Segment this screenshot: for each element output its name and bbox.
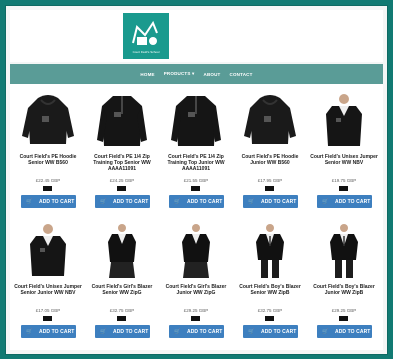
product-card: Court Field's Girl's Blazer Senior WW Zi…: [86, 218, 158, 348]
product-image[interactable]: [96, 222, 148, 278]
add-to-cart-label: ADD TO CART: [261, 198, 297, 205]
add-to-cart-label: ADD TO CART: [187, 328, 223, 335]
product-name[interactable]: Court Field's Unisex Jumper Senior Junio…: [12, 284, 84, 296]
color-swatch[interactable]: [117, 186, 126, 191]
product-name[interactable]: Court Field's PE 1/4 Zip Training Top Ju…: [160, 154, 232, 172]
product-card: Court Field's Unisex Jumper Senior Junio…: [12, 218, 84, 348]
color-swatch[interactable]: [265, 186, 274, 191]
product-price: £32.75 GBP: [109, 308, 135, 313]
add-to-cart-button[interactable]: 🛒 ADD TO CART: [21, 325, 76, 338]
product-price: £21.55 GBP: [183, 178, 209, 183]
product-name[interactable]: Court Field's Girl's Blazer Junior WW Zi…: [160, 284, 232, 296]
add-to-cart-button[interactable]: 🛒 ADD TO CART: [95, 325, 150, 338]
add-to-cart-button[interactable]: 🛒 ADD TO CART: [317, 195, 372, 208]
site-header: Court Field's School: [10, 10, 383, 62]
product-name[interactable]: Court Field's PE 1/4 Zip Training Top Se…: [86, 154, 158, 172]
product-price: £19.75 GBP: [331, 178, 357, 183]
nav-home[interactable]: HOME: [140, 72, 154, 77]
product-image[interactable]: [22, 222, 74, 278]
nav-contact[interactable]: CONTACT: [230, 72, 253, 77]
color-swatch[interactable]: [43, 316, 52, 321]
product-card: Court Field's PE 1/4 Zip Training Top Ju…: [160, 88, 232, 218]
main-nav: HOME PRODUCTS ▾ ABOUT CONTACT: [10, 64, 383, 84]
color-swatch[interactable]: [43, 186, 52, 191]
nav-products[interactable]: PRODUCTS ▾: [164, 71, 195, 77]
add-to-cart-label: ADD TO CART: [187, 198, 223, 205]
nav-about[interactable]: ABOUT: [204, 72, 221, 77]
cart-icon: 🛒: [174, 198, 181, 205]
product-price: £29.25 GBP: [183, 308, 209, 313]
product-card: Court Field's Boy's Blazer Junior WW Zip…: [308, 218, 380, 348]
product-image[interactable]: [244, 92, 296, 148]
color-swatch[interactable]: [339, 186, 348, 191]
product-price: £22.45 GBP: [35, 178, 61, 183]
product-card: Court Field's PE Hoodie Senior WW B560 £2…: [12, 88, 84, 218]
product-price: £17.05 GBP: [35, 308, 61, 313]
product-price: £29.25 GBP: [331, 308, 357, 313]
product-name[interactable]: Court Field's Boy's Blazer Senior WW Zip…: [234, 284, 306, 296]
cart-icon: 🛒: [26, 198, 33, 205]
product-card: Court Field's Boy's Blazer Senior WW Zip…: [234, 218, 306, 348]
add-to-cart-button[interactable]: 🛒 ADD TO CART: [317, 325, 372, 338]
product-image[interactable]: [96, 92, 148, 148]
cart-icon: 🛒: [322, 328, 329, 335]
school-logo[interactable]: Court Field's School: [123, 13, 169, 59]
product-price: £24.25 GBP: [109, 178, 135, 183]
product-name[interactable]: Court Field's PE Hoodie Junior WW B560: [234, 154, 306, 166]
add-to-cart-button[interactable]: 🛒 ADD TO CART: [243, 195, 298, 208]
cart-icon: 🛒: [100, 328, 107, 335]
logo-text: Court Field's School: [132, 50, 160, 54]
product-name[interactable]: Court Field's Boy's Blazer Junior WW Zip…: [308, 284, 380, 296]
cart-icon: 🛒: [174, 328, 181, 335]
cart-icon: 🛒: [322, 198, 329, 205]
add-to-cart-label: ADD TO CART: [261, 328, 297, 335]
add-to-cart-label: ADD TO CART: [113, 328, 149, 335]
add-to-cart-label: ADD TO CART: [335, 328, 371, 335]
product-image[interactable]: [170, 222, 222, 278]
product-card: Court Field's Unisex Jumper Senior WW NB…: [308, 88, 380, 218]
cart-icon: 🛒: [248, 328, 255, 335]
product-price: £17.95 GBP: [257, 178, 283, 183]
product-card: Court Field's PE Hoodie Junior WW B560 £1…: [234, 88, 306, 218]
cart-icon: 🛒: [248, 198, 255, 205]
add-to-cart-label: ADD TO CART: [113, 198, 149, 205]
color-swatch[interactable]: [117, 316, 126, 321]
add-to-cart-button[interactable]: 🛒 ADD TO CART: [243, 325, 298, 338]
product-name[interactable]: Court Field's PE Hoodie Senior WW B560: [12, 154, 84, 166]
add-to-cart-label: ADD TO CART: [39, 328, 75, 335]
cart-icon: 🛒: [26, 328, 33, 335]
product-image[interactable]: [318, 92, 370, 148]
product-grid: Court Field's PE Hoodie Senior WW B560 £2…: [10, 84, 383, 350]
product-card: Court Field's Girl's Blazer Junior WW Zi…: [160, 218, 232, 348]
add-to-cart-button[interactable]: 🛒 ADD TO CART: [21, 195, 76, 208]
product-price: £32.75 GBP: [257, 308, 283, 313]
product-image[interactable]: [22, 92, 74, 148]
add-to-cart-button[interactable]: 🛒 ADD TO CART: [169, 195, 224, 208]
product-image[interactable]: [318, 222, 370, 278]
product-name[interactable]: Court Field's Girl's Blazer Senior WW Zi…: [86, 284, 158, 296]
product-image[interactable]: [244, 222, 296, 278]
add-to-cart-button[interactable]: 🛒 ADD TO CART: [95, 195, 150, 208]
product-name[interactable]: Court Field's Unisex Jumper Senior WW NB…: [308, 154, 380, 166]
product-card: Court Field's PE 1/4 Zip Training Top Se…: [86, 88, 158, 218]
product-image[interactable]: [170, 92, 222, 148]
add-to-cart-label: ADD TO CART: [335, 198, 371, 205]
add-to-cart-button[interactable]: 🛒 ADD TO CART: [169, 325, 224, 338]
add-to-cart-label: ADD TO CART: [39, 198, 75, 205]
color-swatch[interactable]: [191, 186, 200, 191]
color-swatch[interactable]: [339, 316, 348, 321]
color-swatch[interactable]: [191, 316, 200, 321]
cart-icon: 🛒: [100, 198, 107, 205]
color-swatch[interactable]: [265, 316, 274, 321]
